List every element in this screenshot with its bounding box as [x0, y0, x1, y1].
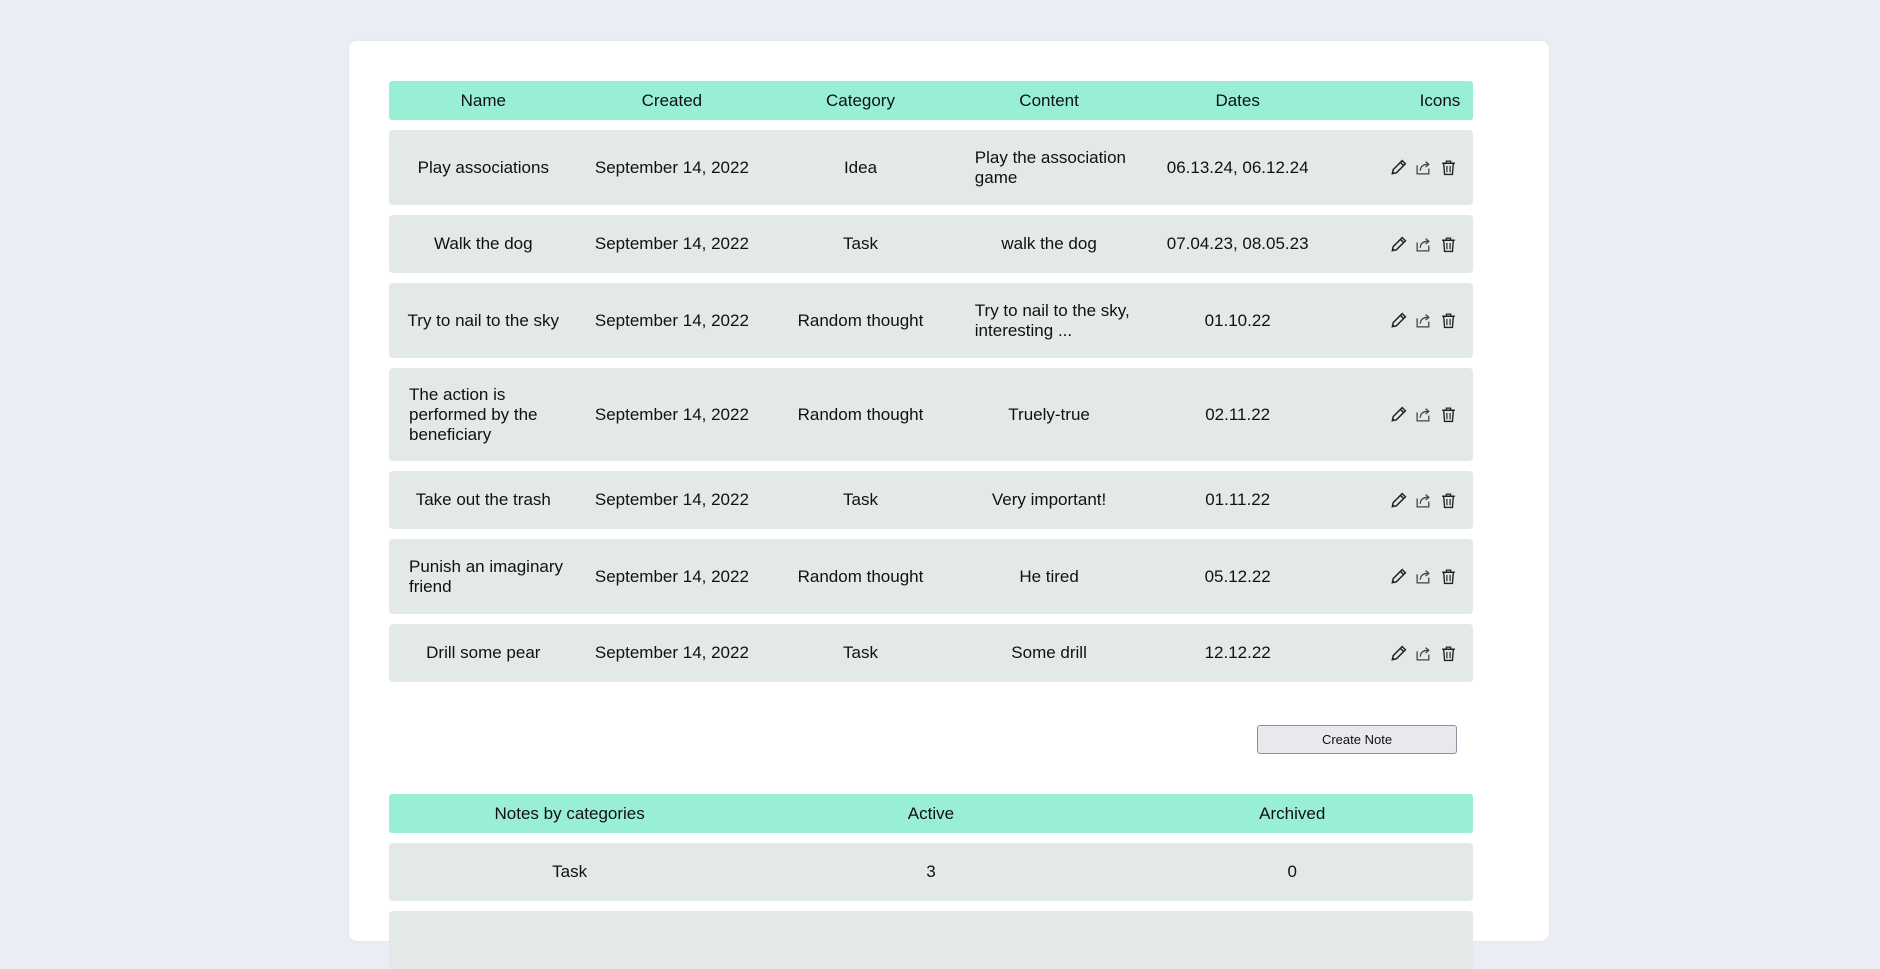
trash-icon[interactable] [1440, 492, 1457, 509]
table-row: The action is performed by the beneficia… [389, 368, 1473, 461]
pencil-icon[interactable] [1390, 312, 1407, 329]
note-actions [1332, 236, 1473, 253]
notes-table-header: Name Created Category Content Dates Icon… [389, 81, 1473, 120]
pencil-icon[interactable] [1390, 406, 1407, 423]
note-category: Task [843, 490, 878, 509]
pencil-icon[interactable] [1390, 236, 1407, 253]
archive-icon[interactable] [1415, 312, 1432, 329]
note-content: Truely-true [1008, 404, 1090, 424]
header-dates: Dates [1215, 90, 1260, 110]
note-category: Idea [843, 157, 878, 177]
note-dates: 07.04.23, 08.05.23 [1166, 234, 1309, 253]
table-row [389, 911, 1473, 969]
trash-icon[interactable] [1440, 645, 1457, 662]
note-name: Play associations [417, 157, 549, 177]
trash-icon[interactable] [1440, 406, 1457, 423]
note-name: Drill some pear [426, 643, 541, 662]
trash-icon[interactable] [1440, 568, 1457, 585]
header-created: Created [641, 90, 703, 110]
notes-table: Name Created Category Content Dates Icon… [389, 81, 1473, 682]
table-row: Punish an imaginary friend September 14,… [389, 539, 1473, 614]
note-dates: 12.12.22 [1204, 643, 1271, 662]
note-actions [1332, 406, 1473, 423]
note-category: Random thought [797, 310, 924, 330]
trash-icon[interactable] [1440, 159, 1457, 176]
note-created: September 14, 2022 [594, 234, 749, 253]
note-created: September 14, 2022 [594, 643, 749, 662]
archive-icon[interactable] [1415, 159, 1432, 176]
note-dates: 02.11.22 [1205, 404, 1271, 424]
note-actions [1332, 568, 1473, 585]
note-dates: 06.13.24, 06.12.24 [1166, 157, 1309, 177]
header-category: Category [825, 90, 895, 110]
table-row: Take out the trash September 14, 2022 Ta… [389, 471, 1473, 529]
note-content: Play the association game [974, 147, 1126, 187]
pencil-icon[interactable] [1390, 492, 1407, 509]
note-name: Try to nail to the sky [407, 310, 560, 330]
note-content: walk the dog [1001, 234, 1097, 253]
table-row: Walk the dog September 14, 2022 Task wal… [389, 215, 1473, 273]
header-name: Name [460, 90, 506, 110]
trash-icon[interactable] [1440, 312, 1457, 329]
note-name: The action is performed by the beneficia… [409, 384, 538, 444]
note-created: September 14, 2022 [594, 566, 749, 586]
create-note-button[interactable]: Create Note [1257, 725, 1457, 754]
archive-icon[interactable] [1415, 645, 1432, 662]
note-content: Try to nail to the sky, interesting ... [974, 300, 1130, 340]
note-dates: 01.10.22 [1204, 310, 1271, 330]
note-created: September 14, 2022 [594, 157, 749, 177]
archive-icon[interactable] [1415, 236, 1432, 253]
table-row: Drill some pear September 14, 2022 Task … [389, 624, 1473, 682]
table-row: Try to nail to the sky September 14, 202… [389, 283, 1473, 358]
note-category: Task [843, 643, 878, 662]
pencil-icon[interactable] [1390, 645, 1407, 662]
summary-table-header: Notes by categories Active Archived [389, 794, 1473, 833]
note-name: Punish an imaginary friend [409, 556, 564, 596]
note-dates: 05.12.22 [1204, 566, 1271, 586]
pencil-icon[interactable] [1390, 159, 1407, 176]
note-created: September 14, 2022 [594, 310, 749, 330]
archive-icon[interactable] [1415, 406, 1432, 423]
summary-category: Task [552, 862, 588, 881]
header-icons: Icons [1419, 90, 1461, 110]
summary-table: Notes by categories Active Archived Task… [389, 794, 1473, 969]
notes-card: Name Created Category Content Dates Icon… [349, 41, 1549, 969]
archive-icon[interactable] [1415, 492, 1432, 509]
trash-icon[interactable] [1440, 236, 1457, 253]
table-row: Task 3 0 [389, 843, 1473, 901]
note-actions [1332, 492, 1473, 509]
note-category: Task [843, 234, 878, 253]
header-notes-by-categories: Notes by categories [494, 803, 645, 823]
note-actions [1332, 645, 1473, 662]
note-created: September 14, 2022 [594, 404, 749, 424]
pencil-icon[interactable] [1390, 568, 1407, 585]
table-row: Play associations September 14, 2022 Ide… [389, 130, 1473, 205]
note-actions [1332, 159, 1473, 176]
note-content: Some drill [1011, 643, 1087, 662]
summary-active: 3 [926, 862, 936, 881]
archive-icon[interactable] [1415, 568, 1432, 585]
header-content: Content [1019, 90, 1079, 110]
note-created: September 14, 2022 [594, 490, 749, 509]
note-actions [1332, 312, 1473, 329]
header-active: Active [907, 803, 955, 823]
note-dates: 01.11.22 [1205, 490, 1271, 509]
note-content: Very important! [991, 490, 1107, 509]
note-name: Take out the trash [415, 490, 551, 509]
note-category: Random thought [797, 404, 924, 424]
summary-archived: 0 [1287, 862, 1297, 881]
note-name: Walk the dog [434, 234, 533, 253]
note-content: He tired [1019, 566, 1079, 586]
header-archived: Archived [1259, 803, 1326, 823]
note-category: Random thought [797, 566, 924, 586]
